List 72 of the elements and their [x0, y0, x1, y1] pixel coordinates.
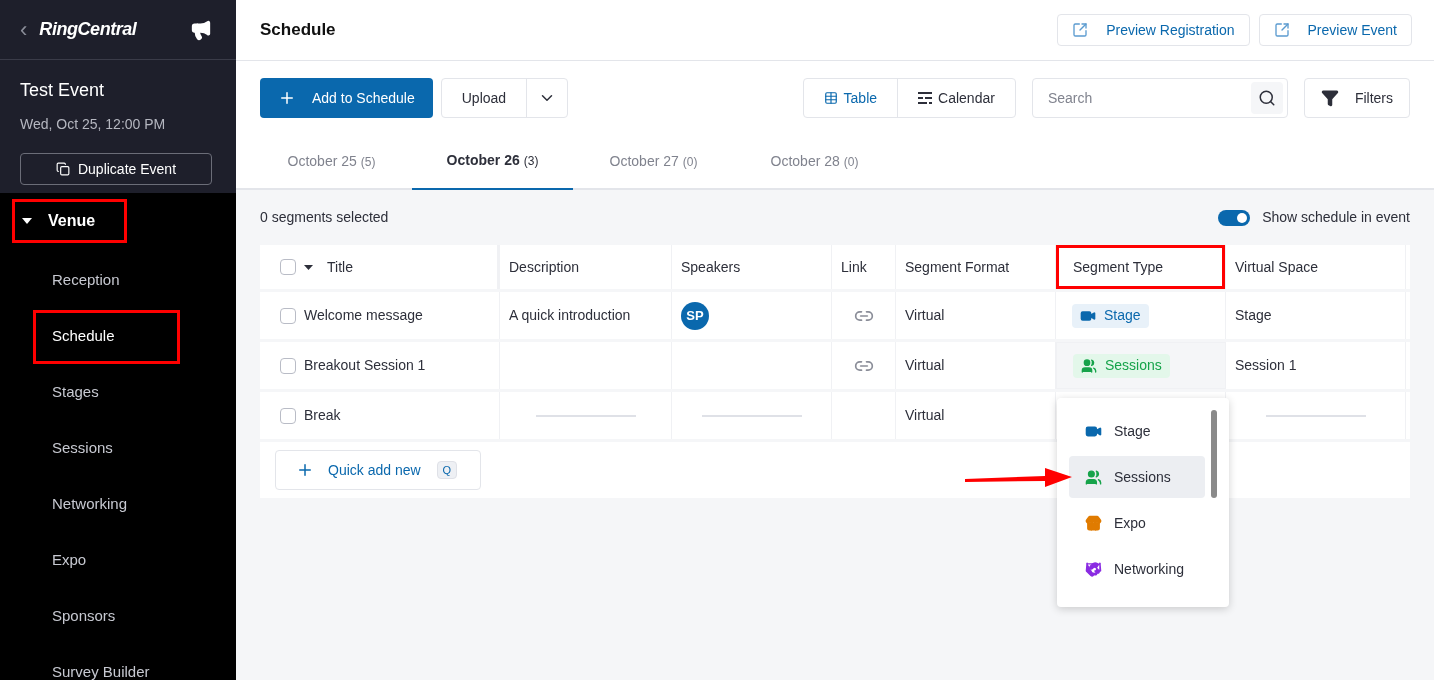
show-schedule-toggle[interactable] — [1218, 209, 1251, 226]
sidebar-item[interactable]: Reception — [52, 268, 120, 292]
sidebar-item[interactable]: Sponsors — [52, 604, 116, 628]
filters-button[interactable]: Filters — [1303, 78, 1410, 118]
table-cell-text: Virtual — [905, 406, 945, 425]
search-box[interactable]: Search — [1031, 78, 1288, 118]
segment-type-tag[interactable]: Stage — [1072, 303, 1149, 328]
search-icon[interactable] — [1257, 89, 1276, 107]
sessions-icon — [1081, 357, 1097, 374]
page-title: Schedule — [260, 19, 336, 42]
selection-status: 0 segments selected — [260, 208, 389, 227]
column-header: Speakers — [680, 257, 742, 277]
date-tab[interactable]: October 27 (0) — [573, 133, 734, 190]
caret-icon — [22, 218, 32, 224]
toggle-label: Show schedule in event — [1262, 208, 1410, 227]
table-cell-text: Break — [304, 406, 341, 425]
column-header: Virtual Space — [1234, 257, 1319, 277]
plus-icon — [296, 461, 314, 479]
external-link-icon — [1273, 22, 1290, 38]
date-tab[interactable]: October 25 (5) — [251, 133, 412, 190]
date-tab[interactable]: October 26 (3) — [412, 133, 573, 190]
column-header: Title — [326, 257, 354, 277]
menu-item[interactable]: Sessions — [1069, 456, 1205, 498]
sidebar-item[interactable]: Survey Builder — [52, 660, 150, 680]
back-link[interactable]: ‹ — [20, 13, 28, 46]
venue-section[interactable]: Venue — [22, 209, 96, 233]
table-cell-text: Session 1 — [1235, 356, 1297, 375]
column-header: Link — [840, 257, 868, 277]
event-date: Wed, Oct 25, 12:00 PM — [20, 115, 167, 134]
preview-button[interactable]: Preview Event — [1258, 14, 1412, 46]
caret-icon[interactable] — [304, 264, 313, 270]
sidebar-item[interactable]: Networking — [52, 492, 128, 516]
table-cell-text: Stage — [1235, 306, 1272, 325]
table-cell-text: A quick introduction — [509, 306, 631, 325]
filter-icon — [1320, 89, 1339, 107]
quick-add-button[interactable]: Quick add new Q — [275, 450, 481, 490]
expo-icon — [1085, 514, 1102, 532]
column-header: Description — [508, 257, 581, 277]
sidebar-item[interactable]: Sessions — [52, 436, 113, 460]
column-header: Segment Format — [904, 257, 1011, 277]
column-header: Segment Type — [1056, 245, 1225, 289]
sidebar-item[interactable]: Stages — [52, 380, 99, 404]
table-cell-text: Welcome message — [304, 306, 423, 325]
table-cell-text: Breakout Session 1 — [304, 356, 426, 375]
speaker-avatar: SP — [681, 301, 709, 330]
shortcut-key: Q — [436, 460, 458, 480]
add-to-schedule-button[interactable]: Add to Schedule — [260, 78, 433, 118]
external-link-icon — [1072, 22, 1089, 38]
sidebar-item[interactable]: Expo — [52, 548, 87, 572]
view-tab[interactable]: Calendar — [897, 79, 1015, 117]
preview-button[interactable]: Preview Registration — [1057, 14, 1250, 46]
duplicate-event-button[interactable]: Duplicate Event — [20, 153, 212, 185]
row-checkbox[interactable] — [280, 307, 296, 324]
calendar-view-icon — [918, 92, 933, 104]
sessions-icon — [1085, 468, 1102, 486]
table-cell-text: Virtual — [905, 356, 945, 375]
scrollbar-thumb[interactable] — [1211, 410, 1217, 498]
select-all-checkbox[interactable] — [280, 259, 296, 275]
megaphone-icon[interactable] — [190, 18, 212, 41]
event-title: Test Event — [20, 79, 106, 102]
search-field[interactable]: Search — [1047, 87, 1251, 109]
plus-icon — [278, 89, 296, 107]
date-tab[interactable]: October 28 (0) — [734, 133, 895, 190]
view-tab[interactable]: Table — [803, 79, 898, 117]
table-view-icon — [823, 91, 838, 105]
sidebar-item[interactable]: Schedule — [52, 324, 115, 348]
table-cell-text: Virtual — [905, 306, 945, 325]
row-checkbox[interactable] — [280, 407, 296, 424]
logo: RingCentral — [39, 18, 137, 41]
row-checkbox[interactable] — [280, 357, 296, 374]
networking-icon — [1085, 560, 1102, 578]
copy-icon — [55, 162, 70, 176]
